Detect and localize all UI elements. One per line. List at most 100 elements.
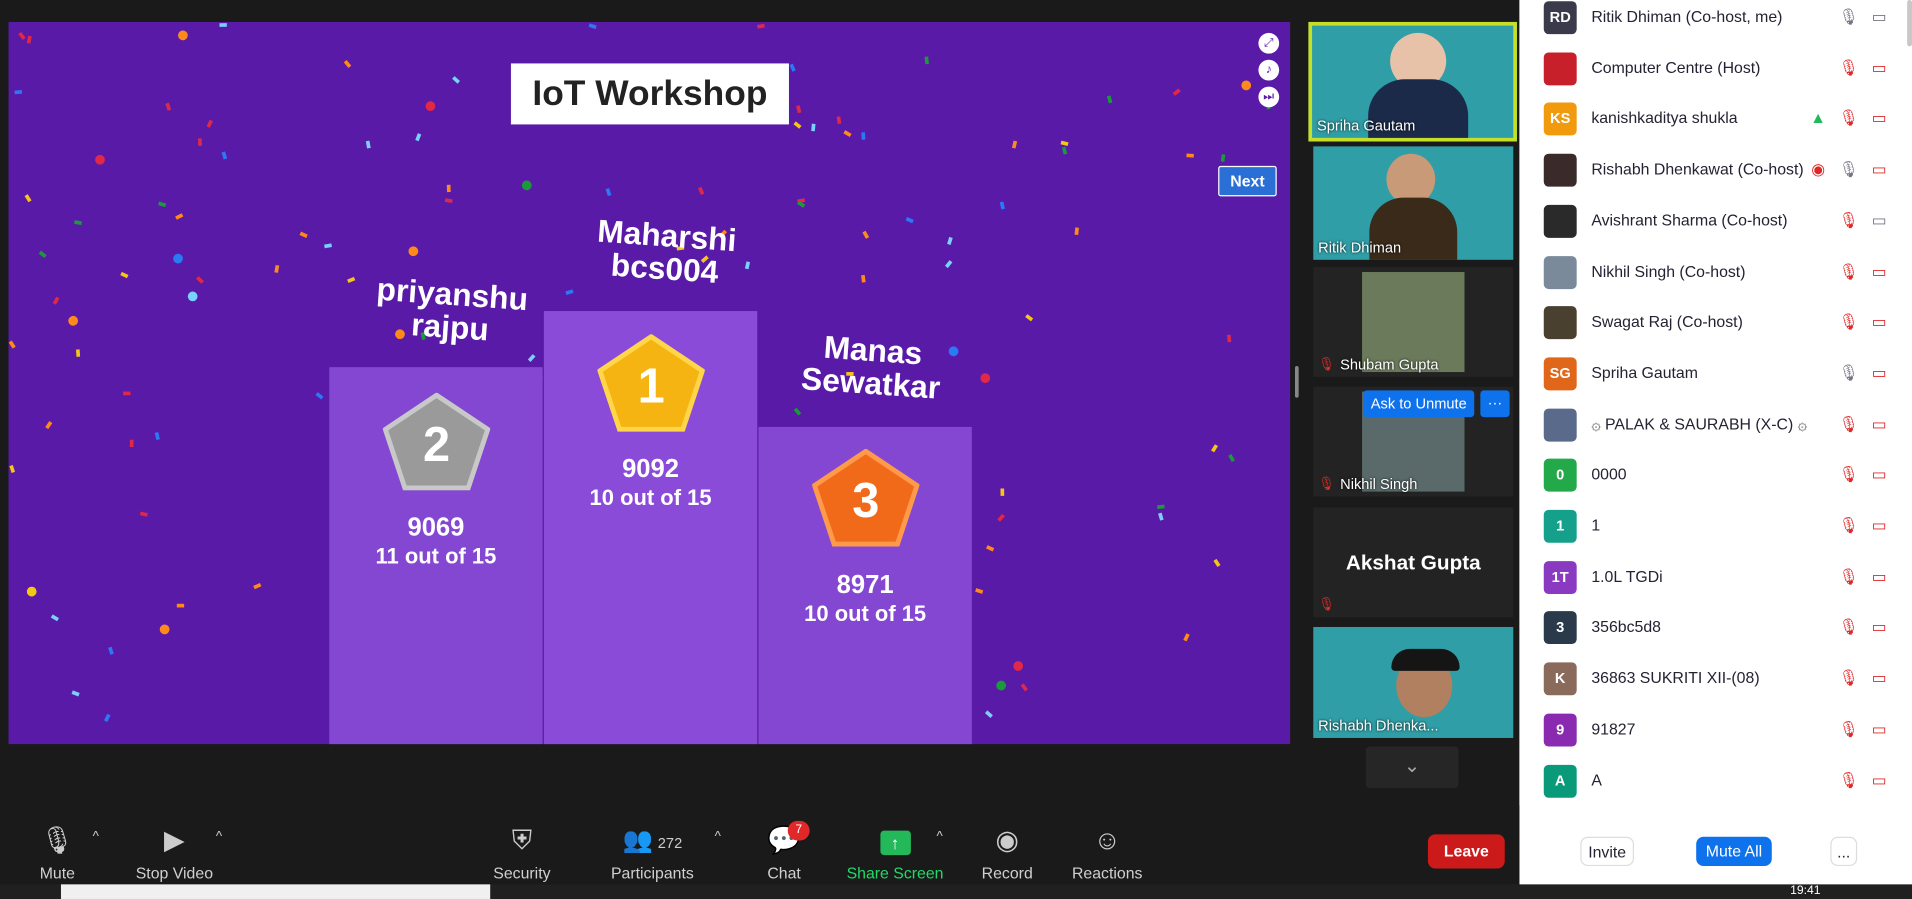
participant-row[interactable]: 0 0000 🎙 ▭	[1519, 450, 1912, 501]
participant-hair	[1391, 648, 1460, 671]
participant-name: Rishabh Dhenkawat (Co-host)	[1591, 159, 1804, 179]
muted-mic-icon[interactable]: 🎙	[1838, 413, 1860, 435]
video-tile-akshat[interactable]: Akshat Gupta 🎙	[1313, 507, 1514, 618]
participant-row[interactable]: A A 🎙 ▭	[1519, 756, 1912, 807]
muted-mic-icon[interactable]: 🎙	[1838, 210, 1860, 232]
confetti-piece	[274, 265, 280, 273]
participant-row[interactable]: Rishabh Dhenkawat (Co-host) 🎙 ▭ ◉	[1519, 145, 1912, 196]
participant-row[interactable]: 9 91827 🎙 ▭	[1519, 705, 1912, 756]
video-off-icon[interactable]: ▭	[1868, 57, 1890, 79]
video-off-icon[interactable]: ▭	[1868, 362, 1890, 384]
participant-row[interactable]: 3 356bc5d8 🎙 ▭	[1519, 603, 1912, 654]
video-off-icon[interactable]: ▭	[1868, 616, 1890, 638]
chevron-down-icon[interactable]: ⌄	[1365, 746, 1459, 788]
muted-mic-icon[interactable]: 🎙	[1838, 57, 1860, 79]
mute-button[interactable]: 🎙 Mute	[27, 805, 88, 882]
participant-row[interactable]: ۞ PALAK & SAURABH (X-C) ۞ 🎙 ▭	[1519, 400, 1912, 451]
more-button[interactable]: ...	[1830, 836, 1858, 867]
video-off-icon[interactable]: ▭	[1868, 566, 1890, 588]
participant-row[interactable]: K 36863 SUKRITI XII-(08) 🎙 ▭	[1519, 654, 1912, 705]
share-screen-button[interactable]: ↑ Share Screen	[846, 805, 944, 882]
sound-icon[interactable]: ♪	[1258, 59, 1280, 81]
video-off-icon[interactable]: ▭	[1868, 260, 1890, 282]
confetti-piece	[197, 138, 202, 146]
confetti-piece	[26, 586, 38, 597]
avatar: SG	[1543, 357, 1577, 391]
video-off-icon[interactable]: ▭	[1868, 311, 1890, 333]
avatar: A	[1543, 764, 1577, 798]
taskbar-search[interactable]	[60, 884, 491, 899]
participant-row[interactable]: KS kanishkaditya shukla 🎙 ▭ ▲	[1519, 94, 1912, 145]
mic-icon[interactable]: 🎙	[1838, 362, 1860, 384]
video-off-icon[interactable]: ▭	[1868, 413, 1890, 435]
chat-badge: 7	[787, 820, 810, 841]
mic-icon[interactable]: 🎙	[1838, 6, 1860, 28]
video-off-icon[interactable]: ▭	[1868, 667, 1890, 689]
video-tile-rishabh[interactable]: Rishabh Dhenka...	[1313, 626, 1514, 738]
muted-mic-icon[interactable]: 🎙	[1838, 566, 1860, 588]
shared-screen: IoT Workshop Next ⤢ ♪ ⏭ priyanshu rajpu …	[8, 21, 1291, 745]
share-options-caret[interactable]: ^	[936, 829, 942, 844]
muted-mic-icon[interactable]: 🎙	[1838, 616, 1860, 638]
muted-mic-icon[interactable]: 🎙	[1838, 260, 1860, 282]
more-options-button[interactable]: ···	[1480, 390, 1510, 418]
muted-mic-icon[interactable]: 🎙	[1838, 769, 1860, 791]
chat-button[interactable]: 💬 Chat	[756, 805, 812, 882]
participants-options-caret[interactable]: ^	[715, 829, 721, 844]
participant-row[interactable]: Computer Centre (Host) 🎙 ▭	[1519, 44, 1912, 95]
muted-mic-icon[interactable]: 🎙	[1838, 464, 1860, 486]
participant-row[interactable]: RD Ritik Dhiman (Co-host, me) 🎙 ▭	[1519, 0, 1912, 44]
mute-all-button[interactable]: Mute All	[1696, 836, 1772, 867]
avatar	[1543, 255, 1577, 289]
participant-row[interactable]: 1T 1.0L TGDi 🎙 ▭	[1519, 552, 1912, 603]
video-off-icon[interactable]: ▭	[1868, 464, 1890, 486]
participant-row[interactable]: SG Spriha Gautam 🎙 ▭	[1519, 349, 1912, 400]
muted-mic-icon[interactable]: 🎙	[1838, 667, 1860, 689]
fullscreen-icon[interactable]: ⤢	[1258, 32, 1280, 54]
muted-mic-icon[interactable]: 🎙	[1838, 108, 1860, 130]
video-camera-icon[interactable]: ▭	[1868, 210, 1890, 232]
video-tile-ritik[interactable]: Ritik Dhiman	[1313, 146, 1514, 260]
panel-scrollbar[interactable]	[1907, 0, 1912, 47]
stop-video-button[interactable]: ▶ Stop Video	[132, 805, 217, 882]
participant-name: 1.0L TGDi	[1591, 566, 1663, 586]
participant-row[interactable]: 1 1 🎙 ▭	[1519, 501, 1912, 552]
confetti-piece	[158, 201, 167, 208]
share-screen-label: Share Screen	[846, 863, 944, 882]
confetti-piece	[120, 271, 129, 279]
video-tile-spriha[interactable]: Spriha Gautam	[1308, 21, 1517, 142]
record-button[interactable]: ◉ Record	[976, 805, 1039, 882]
participant-row[interactable]: Swagat Raj (Co-host) 🎙 ▭	[1519, 298, 1912, 349]
video-off-icon[interactable]: ▭	[1868, 769, 1890, 791]
confetti-piece	[324, 243, 332, 249]
video-name: Nikhil Singh	[1340, 475, 1418, 493]
video-tile-shubam[interactable]: 🎙 Shubam Gupta	[1313, 267, 1514, 377]
muted-mic-icon[interactable]: 🎙	[1838, 718, 1860, 740]
participant-row[interactable]: Nikhil Singh (Co-host) 🎙 ▭	[1519, 247, 1912, 298]
video-camera-icon[interactable]: ▭	[1868, 6, 1890, 28]
video-tile-nikhil[interactable]: Ask to Unmute ··· 🎙 Nikhil Singh	[1313, 386, 1514, 497]
invite-button[interactable]: Invite	[1580, 836, 1634, 867]
participant-row[interactable]: Avishrant Sharma (Co-host) 🎙 ▭	[1519, 196, 1912, 247]
video-off-icon[interactable]: ▭	[1868, 515, 1890, 537]
skip-icon[interactable]: ⏭	[1258, 86, 1280, 108]
confetti-piece	[26, 35, 32, 44]
reactions-button[interactable]: ☺ Reactions	[1068, 805, 1146, 882]
video-off-icon[interactable]: ▭	[1868, 159, 1890, 181]
video-off-icon[interactable]: ▭	[1868, 718, 1890, 740]
audio-options-caret[interactable]: ^	[93, 829, 99, 844]
mic-icon[interactable]: 🎙	[1838, 159, 1860, 181]
confetti-piece	[315, 392, 324, 400]
security-label: Security	[493, 863, 551, 882]
ask-to-unmute-button[interactable]: Ask to Unmute	[1363, 390, 1475, 418]
security-button[interactable]: ⛨ Security	[485, 805, 558, 882]
video-options-caret[interactable]: ^	[216, 829, 222, 844]
participant-name: Computer Centre (Host)	[1591, 58, 1761, 77]
participants-button[interactable]: 👥 272 Participants	[607, 805, 697, 882]
muted-mic-icon[interactable]: 🎙	[1838, 311, 1860, 333]
leave-button[interactable]: Leave	[1427, 834, 1505, 869]
resize-handle[interactable]	[1295, 365, 1299, 398]
next-button[interactable]: Next	[1218, 165, 1277, 197]
muted-mic-icon[interactable]: 🎙	[1838, 515, 1860, 537]
video-off-icon[interactable]: ▭	[1868, 108, 1890, 130]
